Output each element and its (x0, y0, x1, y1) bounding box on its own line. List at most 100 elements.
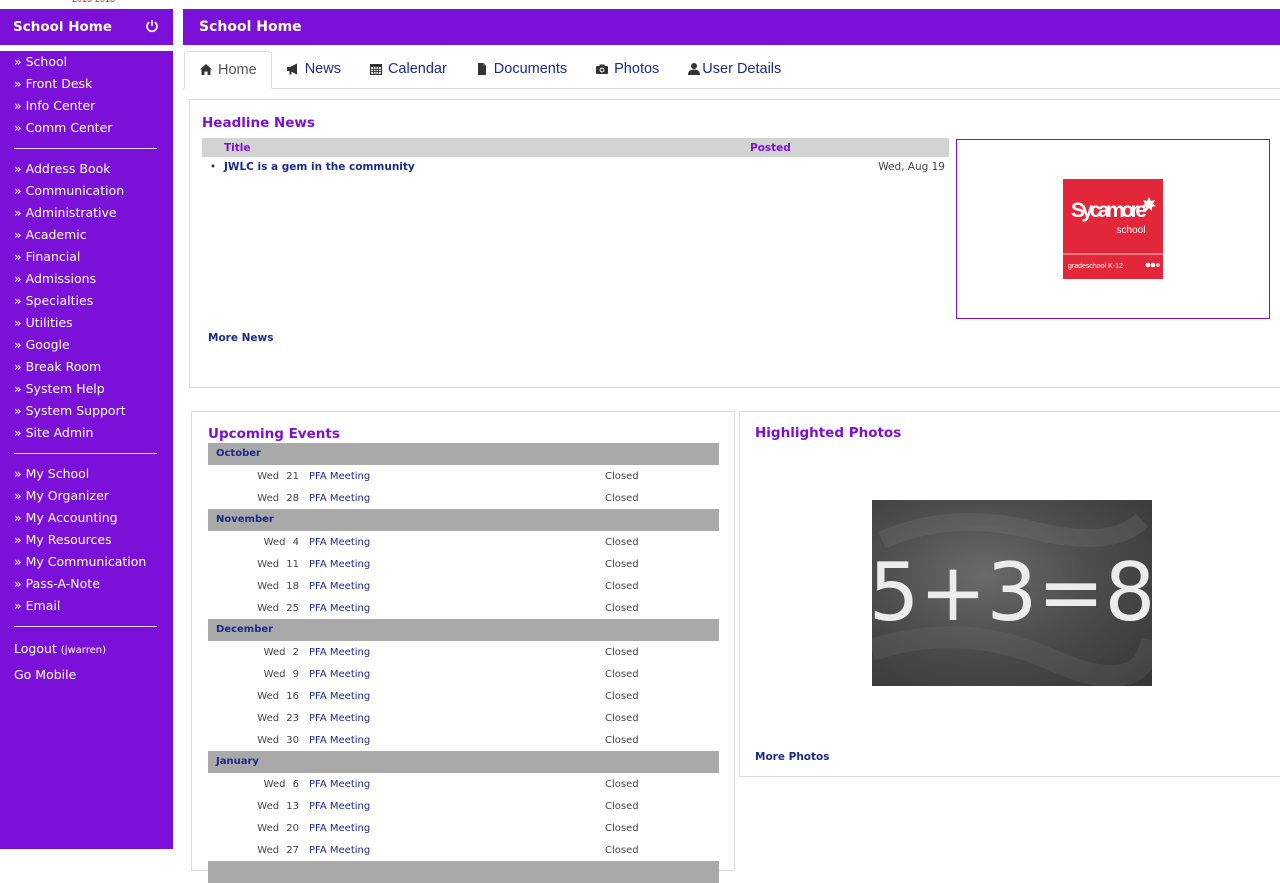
event-status: Closed (605, 602, 639, 614)
event-title[interactable]: PFA Meeting (299, 823, 605, 834)
more-photos-link[interactable]: More Photos (755, 751, 829, 763)
logo-tagline: gradeschool K-12 (1068, 263, 1123, 270)
sidebar-item-comm-center[interactable]: » Comm Center (0, 117, 173, 139)
event-date: Wed 30 (257, 734, 299, 746)
sidebar-item-my-organizer[interactable]: » My Organizer (0, 485, 173, 507)
event-row: Wed 23 PFA Meeting Closed (208, 707, 719, 729)
sidebar-item-school[interactable]: » School (0, 51, 173, 73)
sidebar-item-info-center[interactable]: » Info Center (0, 95, 173, 117)
event-status: Closed (605, 822, 639, 834)
sidebar-item-administrative[interactable]: » Administrative (0, 202, 173, 224)
sidebar-item-system-help[interactable]: » System Help (0, 378, 173, 400)
event-title[interactable]: PFA Meeting (299, 647, 605, 658)
sidebar-item-front-desk[interactable]: » Front Desk (0, 73, 173, 95)
event-date: Wed 4 (263, 536, 299, 548)
tab-label: User Details (702, 61, 782, 77)
event-title[interactable]: PFA Meeting (299, 603, 605, 614)
logout-link[interactable]: Logout (jwarren) (0, 636, 173, 662)
event-status: Closed (605, 492, 639, 504)
event-date: Wed 28 (257, 492, 299, 504)
event-title[interactable]: PFA Meeting (299, 845, 605, 856)
event-status: Closed (605, 536, 639, 548)
sidebar-item-my-school[interactable]: » My School (0, 463, 173, 485)
more-news-link[interactable]: More News (208, 332, 273, 344)
sidebar-item-financial[interactable]: » Financial (0, 246, 173, 268)
sidebar-divider (14, 148, 157, 149)
sidebar-item-academic[interactable]: » Academic (0, 224, 173, 246)
event-status: Closed (605, 558, 639, 570)
news-table: Title Posted • JWLC is a gem in the commu… (202, 138, 949, 177)
month-header: December (208, 619, 719, 641)
news-item-title[interactable]: JWLC is a gem in the community (224, 161, 829, 173)
sidebar-item-admissions[interactable]: » Admissions (0, 268, 173, 290)
event-row: Wed 28 PFA Meeting Closed (208, 487, 719, 509)
news-item-date: Wed, Aug 19 (878, 161, 945, 173)
sidebar-item-address-book[interactable]: » Address Book (0, 158, 173, 180)
tab-documents[interactable]: Documents (461, 50, 581, 88)
headline-news-panel: Headline News Title Posted • JWLC is a ge… (189, 99, 1280, 388)
tab-user-details[interactable]: User Details (673, 50, 795, 88)
event-title[interactable]: PFA Meeting (299, 669, 605, 680)
logo-name: Sycamore (1071, 199, 1147, 222)
event-title[interactable]: PFA Meeting (299, 713, 605, 724)
event-date: Wed 23 (257, 712, 299, 724)
event-row: Wed 11 PFA Meeting Closed (208, 553, 719, 575)
go-mobile-link[interactable]: Go Mobile (0, 662, 173, 688)
tab-home[interactable]: Home (184, 51, 272, 89)
event-date: Wed 27 (257, 844, 299, 856)
sidebar-item-my-resources[interactable]: » My Resources (0, 529, 173, 551)
event-title[interactable]: PFA Meeting (299, 493, 605, 504)
event-status: Closed (605, 734, 639, 746)
news-image[interactable]: Sycamore school gradeschool K-12 (956, 139, 1270, 319)
event-date: Wed 6 (263, 778, 299, 790)
sidebar-item-site-admin[interactable]: » Site Admin (0, 422, 173, 444)
event-title[interactable]: PFA Meeting (299, 559, 605, 570)
event-title[interactable]: PFA Meeting (299, 801, 605, 812)
event-status: Closed (605, 646, 639, 658)
event-title[interactable]: PFA Meeting (299, 691, 605, 702)
event-title[interactable]: PFA Meeting (299, 779, 605, 790)
sidebar-divider (14, 453, 157, 454)
event-date: Wed 11 (257, 558, 299, 570)
event-row: Wed 9 PFA Meeting Closed (208, 663, 719, 685)
sidebar-item-break-room[interactable]: » Break Room (0, 356, 173, 378)
news-rows: • JWLC is a gem in the community Wed, Aug … (202, 157, 949, 177)
event-title[interactable]: PFA Meeting (299, 471, 605, 482)
sidebar-item-email[interactable]: » Email (0, 595, 173, 617)
highlighted-photos-panel: Highlighted Photos 5+3=8 More Photos (739, 411, 1280, 777)
event-row: Wed 20 PFA Meeting Closed (208, 817, 719, 839)
event-status: Closed (605, 778, 639, 790)
tab-photos[interactable]: Photos (581, 50, 673, 88)
news-col-title: Title (224, 141, 251, 154)
sidebar-item-communication[interactable]: » Communication (0, 180, 173, 202)
upcoming-events-title: Upcoming Events (208, 426, 340, 442)
sidebar-item-google[interactable]: » Google (0, 334, 173, 356)
sidebar-item-pass-a-note[interactable]: » Pass-A-Note (0, 573, 173, 595)
news-row: • JWLC is a gem in the community Wed, Aug … (202, 157, 949, 177)
sidebar-item-utilities[interactable]: » Utilities (0, 312, 173, 334)
sidebar-header[interactable]: School Home (0, 9, 173, 45)
tab-label: Home (218, 62, 257, 78)
event-row: Wed 25 PFA Meeting Closed (208, 597, 719, 619)
event-status: Closed (605, 844, 639, 856)
event-title[interactable]: PFA Meeting (299, 537, 605, 548)
tab-news[interactable]: News (272, 50, 355, 88)
event-title[interactable]: PFA Meeting (299, 735, 605, 746)
event-status: Closed (605, 580, 639, 592)
event-date: Wed 13 (257, 800, 299, 812)
power-icon[interactable] (145, 19, 159, 33)
sidebar-item-my-accounting[interactable]: » My Accounting (0, 507, 173, 529)
megaphone-icon (286, 63, 297, 75)
sidebar-item-specialties[interactable]: » Specialties (0, 290, 173, 312)
headline-news-title: Headline News (202, 115, 315, 131)
sidebar-item-my-communication[interactable]: » My Communication (0, 551, 173, 573)
bullet: • (209, 161, 217, 173)
tab-calendar[interactable]: Calendar (355, 50, 461, 88)
chalkboard-photo[interactable]: 5+3=8 (872, 500, 1152, 686)
document-icon (477, 63, 486, 75)
tab-label: Photos (614, 61, 660, 77)
sidebar: » School» Front Desk» Info Center» Comm … (0, 51, 173, 849)
event-status: Closed (605, 668, 639, 680)
event-title[interactable]: PFA Meeting (299, 581, 605, 592)
sidebar-item-system-support[interactable]: » System Support (0, 400, 173, 422)
